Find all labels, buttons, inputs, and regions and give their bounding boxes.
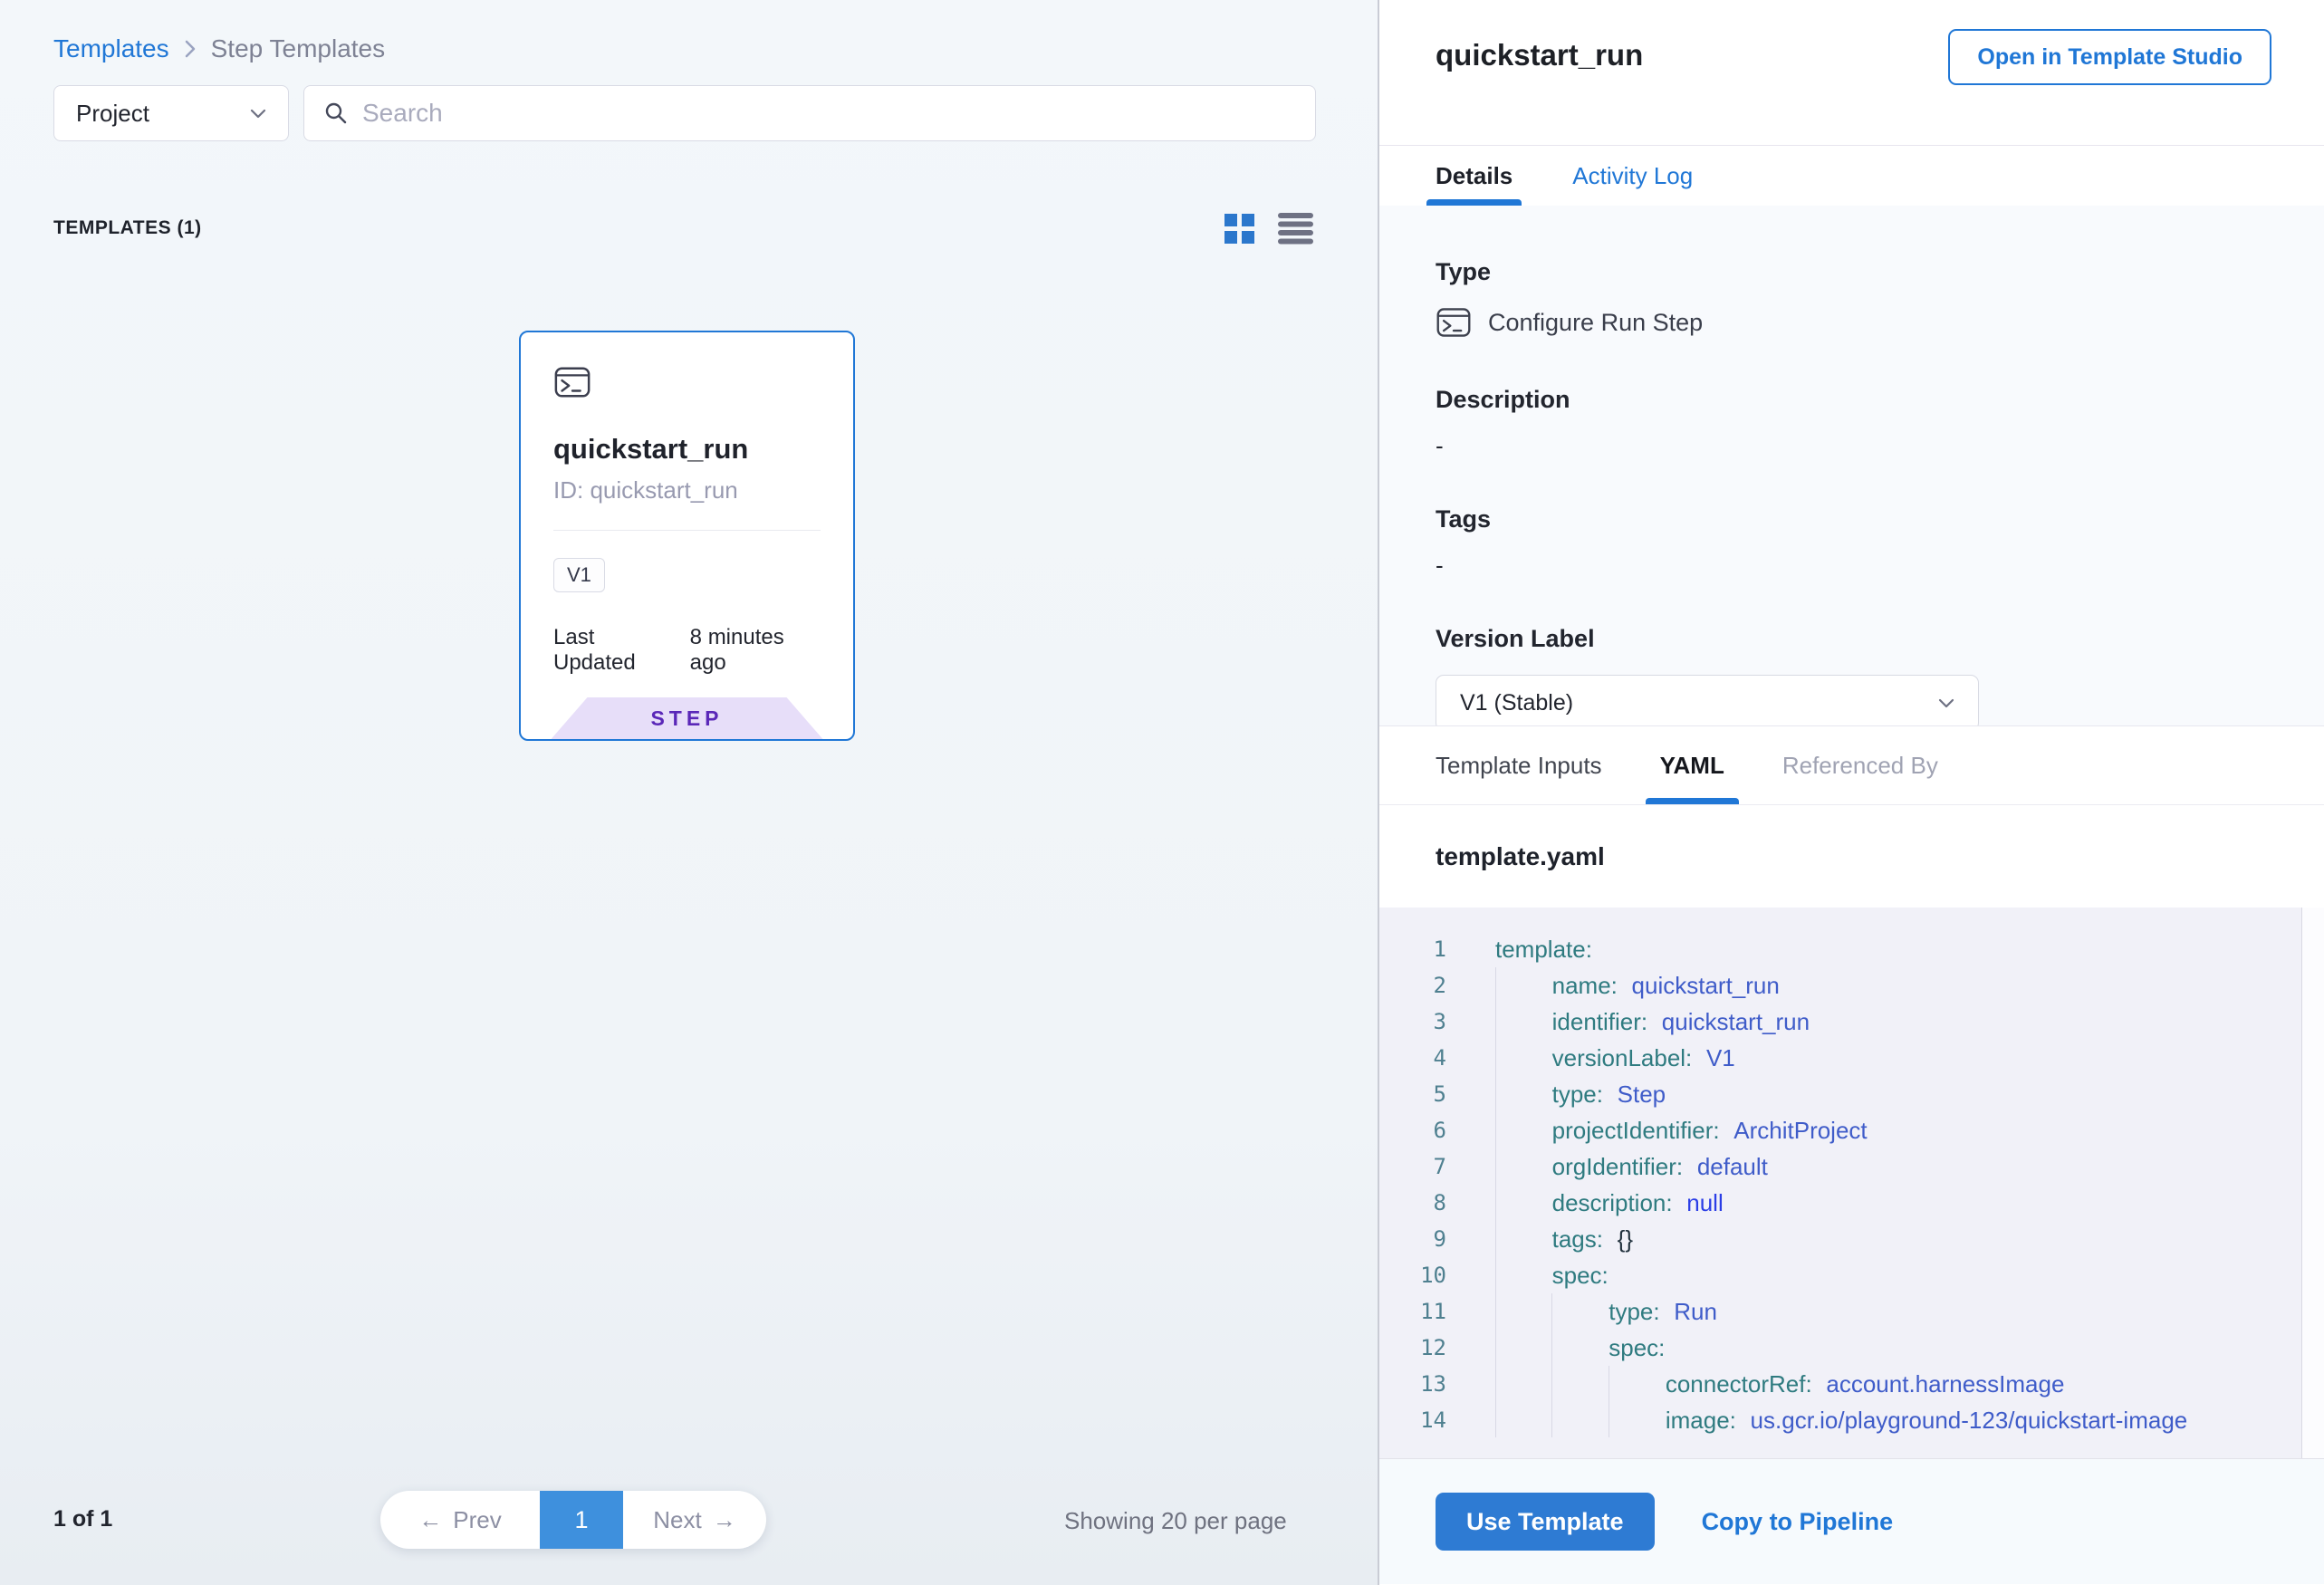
description-value: - bbox=[1436, 432, 2268, 460]
template-card-title: quickstart_run bbox=[553, 433, 821, 466]
yaml-line: 1template: bbox=[1379, 931, 2324, 967]
grid-icon bbox=[1224, 214, 1254, 244]
version-select[interactable]: V1 (Stable) bbox=[1436, 675, 1979, 731]
yaml-line: 14 image: us.gcr.io/playground-123/quick… bbox=[1379, 1402, 2324, 1438]
per-page-label: Showing 20 per page bbox=[1064, 1507, 1287, 1535]
tab-template-inputs[interactable]: Template Inputs bbox=[1436, 726, 1602, 804]
use-template-button[interactable]: Use Template bbox=[1436, 1493, 1655, 1551]
templates-list-panel: Templates Step Templates Project TEMPLAT… bbox=[0, 0, 1378, 1585]
yaml-line: 9 tags: {} bbox=[1379, 1221, 2324, 1257]
last-updated-value: 8 minutes ago bbox=[690, 625, 821, 676]
scope-select-value: Project bbox=[76, 100, 149, 128]
yaml-editor[interactable]: 1template:2 name: quickstart_run3 identi… bbox=[1379, 908, 2324, 1459]
run-step-icon bbox=[1436, 304, 1472, 341]
arrow-right-icon: → bbox=[713, 1506, 736, 1534]
yaml-line: 13 connectorRef: account.harnessImage bbox=[1379, 1366, 2324, 1402]
card-divider bbox=[553, 530, 821, 531]
yaml-line: 6 projectIdentifier: ArchitProject bbox=[1379, 1112, 2324, 1148]
detail-header: quickstart_run Open in Template Studio bbox=[1379, 0, 2324, 146]
chevron-down-icon bbox=[250, 108, 266, 119]
list-view-button[interactable] bbox=[1278, 212, 1313, 245]
tab-yaml[interactable]: YAML bbox=[1646, 726, 1739, 804]
yaml-line: 4 versionLabel: V1 bbox=[1379, 1040, 2324, 1076]
template-card-id: ID: quickstart_run bbox=[553, 476, 821, 504]
prev-label: Prev bbox=[453, 1506, 501, 1534]
pagination: ← Prev 1 Next → bbox=[380, 1491, 766, 1549]
tab-activity-log[interactable]: Activity Log bbox=[1563, 146, 1702, 206]
copy-to-pipeline-button[interactable]: Copy to Pipeline bbox=[1702, 1508, 1894, 1536]
view-toggles bbox=[1224, 212, 1313, 245]
yaml-line: 11 type: Run bbox=[1379, 1293, 2324, 1330]
editor-scrollbar[interactable] bbox=[2301, 908, 2324, 1458]
breadcrumb-templates-link[interactable]: Templates bbox=[53, 34, 169, 63]
detail-tabs: Details Activity Log bbox=[1379, 146, 2324, 206]
template-card[interactable]: quickstart_run ID: quickstart_run V1 Las… bbox=[519, 331, 855, 741]
yaml-line: 2 name: quickstart_run bbox=[1379, 967, 2324, 1004]
step-type-ribbon: STEP bbox=[552, 697, 823, 739]
arrow-left-icon: ← bbox=[418, 1506, 442, 1534]
open-in-template-studio-button[interactable]: Open in Template Studio bbox=[1948, 29, 2271, 85]
detail-title: quickstart_run bbox=[1436, 38, 1643, 72]
prev-page-button[interactable]: ← Prev bbox=[380, 1491, 540, 1549]
template-details-panel: quickstart_run Open in Template Studio D… bbox=[1379, 0, 2324, 1585]
yaml-line: 3 identifier: quickstart_run bbox=[1379, 1004, 2324, 1040]
version-select-value: V1 (Stable) bbox=[1460, 690, 1573, 716]
last-updated: Last Updated 8 minutes ago bbox=[553, 625, 821, 676]
tags-value: - bbox=[1436, 552, 2268, 580]
detail-sub-tabs: Template Inputs YAML Referenced By bbox=[1379, 725, 2324, 805]
yaml-line: 8 description: null bbox=[1379, 1185, 2324, 1221]
type-value-row: Configure Run Step bbox=[1436, 304, 2268, 341]
search-input[interactable] bbox=[362, 99, 1295, 128]
chevron-down-icon bbox=[1938, 697, 1954, 708]
yaml-line: 10 spec: bbox=[1379, 1257, 2324, 1293]
version-label: Version Label bbox=[1436, 625, 2268, 653]
version-badge: V1 bbox=[553, 558, 605, 592]
yaml-line: 7 orgIdentifier: default bbox=[1379, 1148, 2324, 1185]
breadcrumb: Templates Step Templates bbox=[53, 34, 385, 63]
search-box bbox=[303, 85, 1316, 141]
yaml-file-name: template.yaml bbox=[1379, 805, 2324, 908]
description-label: Description bbox=[1436, 386, 2268, 414]
tags-label: Tags bbox=[1436, 505, 2268, 533]
type-value: Configure Run Step bbox=[1488, 309, 1703, 337]
search-icon bbox=[324, 101, 348, 125]
next-label: Next bbox=[653, 1506, 701, 1534]
tab-details[interactable]: Details bbox=[1426, 146, 1522, 206]
tab-referenced-by[interactable]: Referenced By bbox=[1782, 726, 1938, 804]
next-page-button[interactable]: Next → bbox=[623, 1491, 766, 1549]
breadcrumb-current: Step Templates bbox=[211, 34, 386, 63]
yaml-line: 5 type: Step bbox=[1379, 1076, 2324, 1112]
templates-count-label: TEMPLATES (1) bbox=[53, 217, 202, 239]
page-summary: 1 of 1 bbox=[53, 1506, 112, 1532]
details-body: Type Configure Run Step Description - Ta… bbox=[1379, 206, 2324, 725]
list-icon bbox=[1278, 212, 1313, 245]
run-step-icon bbox=[553, 363, 591, 401]
type-label: Type bbox=[1436, 258, 2268, 286]
yaml-line: 12 spec: bbox=[1379, 1330, 2324, 1366]
app: Templates Step Templates Project TEMPLAT… bbox=[0, 0, 2324, 1585]
scope-select[interactable]: Project bbox=[53, 85, 289, 141]
grid-view-button[interactable] bbox=[1224, 214, 1254, 244]
yaml-lines: 1template:2 name: quickstart_run3 identi… bbox=[1379, 931, 2324, 1438]
chevron-right-icon bbox=[184, 38, 197, 60]
current-page-button[interactable]: 1 bbox=[540, 1491, 623, 1549]
last-updated-label: Last Updated bbox=[553, 625, 677, 676]
detail-footer: Use Template Copy to Pipeline bbox=[1379, 1459, 2324, 1584]
